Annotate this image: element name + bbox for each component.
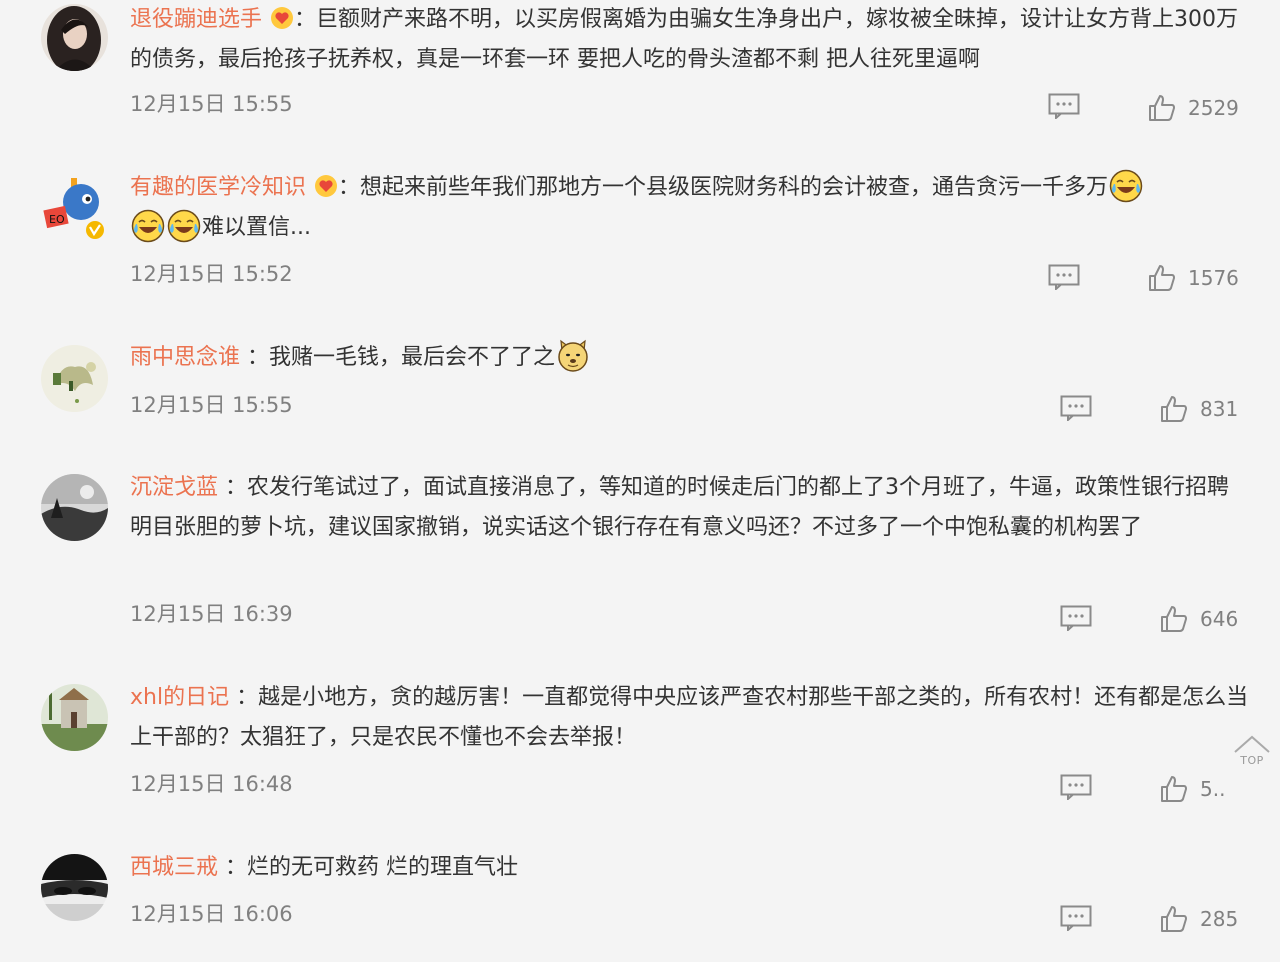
avatar[interactable] <box>41 684 108 751</box>
comment-body: ：我赌一毛钱，最后会不了了之 <box>247 345 556 370</box>
comment-body-end: 难以置信... <box>202 215 311 240</box>
comment-username[interactable]: 西城三戒 <box>130 855 218 880</box>
comment-body: ：巨额财产来路不明，以买房假离婚为由骗女生净身出户，嫁妆被全昧掉，设计让女方背上… <box>130 7 1239 72</box>
comment-text: 沉淀戈蓝 ：农发行笔试过了，面试直接消息了，等知道的时候走后门的都上了3个月班了… <box>130 468 1250 548</box>
like-count: 646 <box>1200 607 1239 631</box>
like-button[interactable]: 5.. <box>1160 774 1225 804</box>
doge-emoji-icon <box>556 339 590 373</box>
avatar[interactable] <box>41 474 108 541</box>
scroll-to-top-button[interactable]: TOP <box>1229 733 1275 769</box>
like-button[interactable]: 285 <box>1160 904 1238 934</box>
like-count: 1576 <box>1188 266 1239 290</box>
comment-text: 有趣的医学冷知识 ：想起来前些年我们那地方一个县级医院财务科的会计被查，通告贪污一… <box>130 168 1250 248</box>
comment-username[interactable]: 雨中思念谁 <box>130 345 240 370</box>
comment-username[interactable]: xhl的日记 <box>130 685 229 710</box>
laugh-cry-emoji-icon <box>167 209 201 243</box>
thumbs-up-icon <box>1160 395 1188 423</box>
avatar[interactable] <box>41 4 108 71</box>
comment-body: ：农发行笔试过了，面试直接消息了，等知道的时候走后门的都上了3个月班了，牛逼，政… <box>130 475 1230 540</box>
svg-text:EO: EO <box>49 213 65 226</box>
like-count: 285 <box>1200 907 1239 931</box>
comment-username[interactable]: 退役蹦迪选手 <box>130 7 262 32</box>
fan-heart-badge-icon <box>314 174 338 198</box>
comment-reply-icon[interactable] <box>1060 905 1092 931</box>
comment-reply-icon[interactable] <box>1048 93 1080 119</box>
avatar[interactable]: EO <box>41 172 108 239</box>
comment-timestamp: 12月15日 16:06 <box>130 902 293 926</box>
comment-reply-icon[interactable] <box>1060 774 1092 800</box>
like-count: 831 <box>1200 397 1239 421</box>
comment-timestamp: 12月15日 15:52 <box>130 262 293 286</box>
avatar[interactable] <box>41 345 108 412</box>
comment-body: ：烂的无可救药 烂的理直气壮 <box>225 855 519 880</box>
thumbs-up-icon <box>1148 94 1176 122</box>
comment-username[interactable]: 有趣的医学冷知识 <box>130 175 306 200</box>
thumbs-up-icon <box>1160 905 1188 933</box>
like-count: 5.. <box>1200 777 1226 801</box>
comment-body: ：越是小地方，贪的越厉害！一直都觉得中央应该严查农村那些干部之类的，所有农村！还… <box>130 685 1249 750</box>
scroll-to-top-label: TOP <box>1240 754 1264 767</box>
comment-text: 西城三戒 ：烂的无可救药 烂的理直气壮 <box>130 848 1250 888</box>
like-button[interactable]: 2529 <box>1148 93 1239 123</box>
comment-timestamp: 12月15日 16:39 <box>130 602 293 626</box>
like-button[interactable]: 646 <box>1160 604 1238 634</box>
fan-heart-badge-icon <box>270 6 294 30</box>
like-button[interactable]: 1576 <box>1148 263 1239 293</box>
like-button[interactable]: 831 <box>1160 394 1238 424</box>
laugh-cry-emoji-icon <box>131 209 165 243</box>
comment-reply-icon[interactable] <box>1060 605 1092 631</box>
comment-text: 退役蹦迪选手 ：巨额财产来路不明，以买房假离婚为由骗女生净身出户，嫁妆被全昧掉，设… <box>130 0 1250 80</box>
thumbs-up-icon <box>1160 605 1188 633</box>
comment-timestamp: 12月15日 15:55 <box>130 393 293 417</box>
comment-text: xhl的日记 ：越是小地方，贪的越厉害！一直都觉得中央应该严查农村那些干部之类的… <box>130 678 1250 758</box>
comment-username[interactable]: 沉淀戈蓝 <box>130 475 218 500</box>
chevron-up-icon <box>1234 735 1270 753</box>
comment-text: 雨中思念谁 ：我赌一毛钱，最后会不了了之 <box>130 338 1250 378</box>
comment-body: ：想起来前些年我们那地方一个县级医院财务科的会计被查，通告贪污一千多万 <box>338 175 1109 200</box>
avatar[interactable] <box>41 854 108 921</box>
thumbs-up-icon <box>1148 264 1176 292</box>
like-count: 2529 <box>1188 96 1239 120</box>
thumbs-up-icon <box>1160 775 1188 803</box>
laugh-cry-emoji-icon <box>1109 169 1143 203</box>
comment-timestamp: 12月15日 15:55 <box>130 92 293 116</box>
comment-reply-icon[interactable] <box>1048 264 1080 290</box>
comment-reply-icon[interactable] <box>1060 395 1092 421</box>
comment-timestamp: 12月15日 16:48 <box>130 772 293 796</box>
